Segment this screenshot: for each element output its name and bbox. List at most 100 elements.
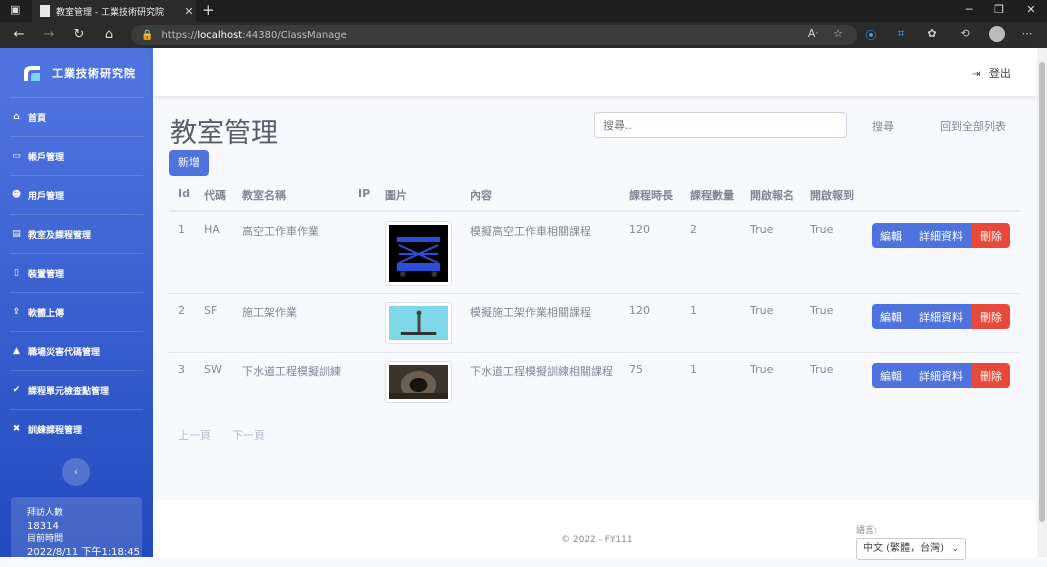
delete-button[interactable]: 刪除	[972, 363, 1010, 388]
tab-title: 教室管理 - 工業技術研究院	[56, 7, 164, 18]
prev-page-link[interactable]: 上一頁	[178, 427, 211, 443]
upload-icon: ⇪	[12, 307, 21, 317]
edit-button[interactable]: 編輯	[872, 363, 910, 388]
cell-content: 模擬高空工作車相關課程	[470, 225, 591, 238]
window-menu-icon[interactable]: ▣	[10, 3, 20, 16]
cell-code: HA	[204, 223, 220, 236]
row-actions: 編輯 詳細資料 刪除	[872, 363, 1010, 388]
sidebar-item-label: 帳戶管理	[28, 152, 65, 163]
language-value: 中文 (繁體，台灣)	[863, 543, 944, 554]
sidebar-item-4[interactable]: ▤ 教室及課程管理	[10, 214, 143, 253]
sidebar-item-label: 軟體上傳	[28, 308, 65, 319]
cell-count: 1	[690, 363, 697, 376]
details-button[interactable]: 詳細資料	[910, 363, 972, 388]
header-id: Id	[178, 187, 190, 200]
read-aloud-icon[interactable]: Aᐧ	[805, 27, 821, 40]
search-link[interactable]: 搜尋	[872, 118, 894, 134]
sidebar-item-label: 用戶管理	[28, 191, 65, 202]
aerial-lift-image	[389, 225, 448, 282]
delete-button[interactable]: 刪除	[972, 304, 1010, 329]
search-input[interactable]	[594, 112, 847, 138]
minimize-icon[interactable]: ─	[954, 3, 984, 16]
sidebar-item-6[interactable]: ⇪ 軟體上傳	[10, 292, 143, 331]
cell-checkin: True	[810, 223, 834, 236]
details-button[interactable]: 詳細資料	[910, 223, 972, 248]
main-content: ⇥ 登出 教室管理 搜尋 回到全部列表 新增 Id 代碼 教室名稱 IP 圖片 …	[153, 48, 1037, 560]
table-row: 3 SW 下水道工程模擬訓練 下水道工程模擬訓練相關課程 75 1 True T…	[169, 353, 1020, 409]
sidebar-item-5[interactable]: ▯ 裝置管理	[10, 253, 143, 292]
add-button[interactable]: 新增	[169, 150, 209, 176]
sidebar-toggle-button[interactable]: ‹	[62, 458, 90, 486]
table-row: 1 HA 高空工作車作業 模擬高空工作車相關課程 120 2 True True…	[169, 213, 1020, 294]
warning-icon: ▲	[13, 346, 20, 356]
header-checkin: 開啟報到	[810, 189, 854, 202]
url-field[interactable]: 🔒 https://localhost:44380/ClassManage	[131, 25, 857, 45]
edit-button[interactable]: 編輯	[872, 304, 910, 329]
sidebar-item-7[interactable]: ▲ 職場災害代碼管理	[10, 331, 143, 370]
restore-icon[interactable]: ❐	[984, 3, 1014, 16]
reload-icon[interactable]: ↻	[70, 27, 88, 42]
row-actions: 編輯 詳細資料 刪除	[872, 223, 1010, 248]
next-page-link[interactable]: 下一頁	[232, 427, 265, 443]
sidebar-item-8[interactable]: ✔ 課程單元檢查點管理	[10, 370, 143, 409]
browser-tab[interactable]: 教室管理 - 工業技術研究院 ✕	[32, 0, 196, 22]
logout-button[interactable]: ⇥ 登出	[972, 65, 1011, 81]
check-circle-icon: ✔	[12, 385, 21, 395]
header-signup: 開啟報名	[750, 189, 794, 202]
url-scheme: https://	[161, 29, 198, 41]
page-title: 教室管理	[170, 118, 278, 149]
close-tab-icon[interactable]: ✕	[182, 5, 196, 18]
cell-signup: True	[750, 223, 774, 236]
sidebar-item-2[interactable]: ▭ 帳戶管理	[10, 136, 143, 175]
cell-content: 下水道工程模擬訓練相關課程	[470, 365, 613, 378]
row-actions: 編輯 詳細資料 刪除	[872, 304, 1010, 329]
page-scrollbar[interactable]	[1037, 48, 1047, 557]
extensions-icon[interactable]: ✿	[924, 27, 940, 40]
delete-button[interactable]: 刪除	[972, 223, 1010, 248]
header-name: 教室名稱	[242, 189, 286, 202]
back-icon[interactable]: ←	[10, 27, 28, 42]
brand[interactable]: 工業技術研究院	[22, 64, 136, 82]
cell-duration: 120	[629, 304, 650, 317]
scaffold-image	[389, 306, 448, 340]
history-icon[interactable]: ⟲	[957, 27, 973, 40]
cell-id: 1	[178, 223, 185, 236]
users-icon: ☻	[11, 190, 22, 200]
forward-icon[interactable]: →	[40, 27, 58, 42]
sidebar-item-9[interactable]: ✖ 訓練課程管理	[10, 409, 143, 448]
crop-icon[interactable]: ⌗	[893, 27, 909, 41]
home-icon: ⌂	[13, 112, 20, 122]
mobile-icon: ▯	[14, 268, 19, 278]
edit-button[interactable]: 編輯	[872, 223, 910, 248]
favorite-icon[interactable]: ☆	[830, 27, 846, 40]
cell-count: 2	[690, 223, 697, 236]
header-content: 內容	[470, 189, 492, 202]
new-tab-icon[interactable]: +	[202, 1, 215, 19]
close-window-icon[interactable]: ✕	[1016, 3, 1046, 16]
cell-duration: 75	[629, 363, 643, 376]
wifi-icon[interactable]: ⦿	[863, 27, 879, 43]
sidebar-item-label: 裝置管理	[28, 269, 65, 280]
scrollbar-thumb[interactable]	[1039, 62, 1045, 522]
sign-out-icon: ⇥	[972, 69, 981, 80]
cell-signup: True	[750, 363, 774, 376]
more-icon[interactable]: ⋯	[1019, 27, 1035, 40]
header-ip: IP	[358, 187, 371, 200]
language-label: 語言:	[856, 526, 878, 536]
home-browser-icon[interactable]: ⌂	[100, 27, 118, 42]
sidebar-item-label: 教室及課程管理	[28, 230, 92, 241]
show-all-link[interactable]: 回到全部列表	[940, 118, 1006, 134]
sidebar-item-3[interactable]: ☻ 用戶管理	[10, 175, 143, 214]
sidebar-item-label: 課程單元檢查點管理	[28, 386, 110, 397]
cell-checkin: True	[810, 363, 834, 376]
cell-name: 施工架作業	[242, 306, 297, 319]
current-time: 2022/8/11 下午1:18:45	[27, 547, 141, 558]
time-label: 目前時間	[27, 534, 64, 544]
cell-name: 高空工作車作業	[242, 225, 319, 238]
details-button[interactable]: 詳細資料	[910, 304, 972, 329]
sidebar-item-label: 訓練課程管理	[28, 425, 83, 436]
profile-avatar[interactable]	[989, 26, 1005, 42]
sidebar-item-1[interactable]: ⌂ 首頁	[10, 97, 143, 136]
cell-signup: True	[750, 304, 774, 317]
sewer-tunnel-image	[389, 365, 448, 399]
